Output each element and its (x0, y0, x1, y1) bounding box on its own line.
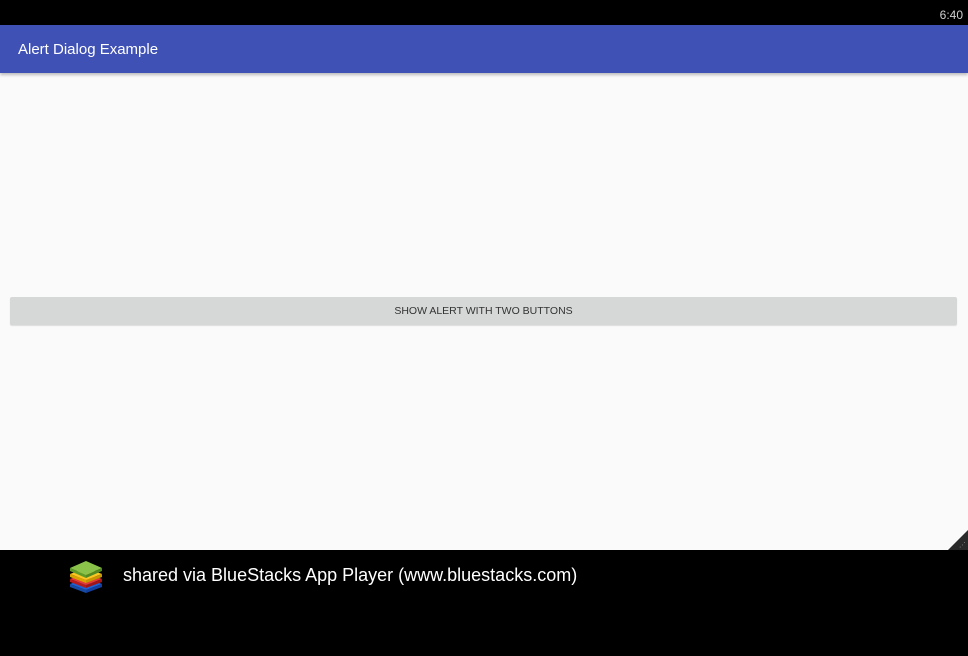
app-bar: Alert Dialog Example (0, 25, 968, 73)
main-content: SHOW ALERT WITH TWO BUTTONS ⋰ (0, 73, 968, 550)
resize-grip-icon: ⋰ (959, 541, 966, 549)
bluestacks-footer: shared via BlueStacks App Player (www.bl… (0, 550, 968, 656)
show-alert-button[interactable]: SHOW ALERT WITH TWO BUTTONS (10, 297, 957, 325)
footer-share-text: shared via BlueStacks App Player (www.bl… (123, 565, 578, 585)
app-title: Alert Dialog Example (18, 41, 159, 58)
status-time: 6:40 (939, 8, 963, 22)
emulator-screen: 6:40 Alert Dialog Example SHOW ALERT WIT… (0, 0, 968, 656)
bluestacks-logo-icon (70, 561, 102, 593)
status-bar: 6:40 (0, 0, 968, 25)
